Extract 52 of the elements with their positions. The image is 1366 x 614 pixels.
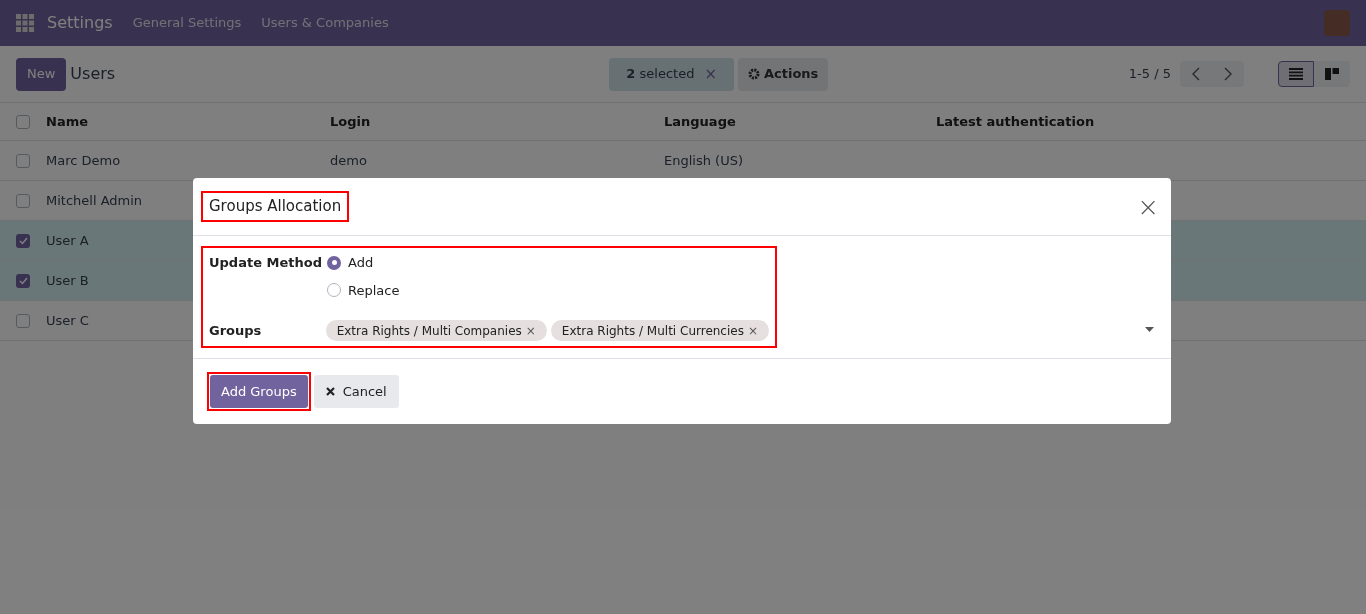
table-cell: Mitchell Admin [46, 192, 143, 208]
checkbox[interactable] [16, 114, 30, 129]
pager-value[interactable]: 1-5 / 5 [1128, 64, 1171, 84]
view-button[interactable] [1278, 61, 1314, 87]
field-label: Update Method [209, 254, 323, 272]
clear-selection-button[interactable]: × [704, 62, 717, 86]
chevron-right-icon [1224, 67, 1232, 81]
column-header[interactable]: Login [330, 111, 664, 132]
table-cell: User A [46, 232, 89, 248]
previous-button[interactable] [1180, 61, 1212, 87]
list-icon [1289, 68, 1303, 80]
actions-button[interactable]: Actions [738, 57, 829, 91]
checkbox[interactable] [16, 233, 30, 248]
radio-option[interactable]: Replace [327, 280, 400, 300]
page-title: Users [70, 63, 117, 85]
close-button[interactable]: × [1137, 193, 1159, 220]
app-name[interactable]: Settings [47, 11, 113, 35]
table-cell: demo [330, 152, 367, 168]
checkbox[interactable] [16, 193, 30, 208]
table-cell: User B [46, 272, 89, 288]
close-icon [325, 387, 335, 396]
view-button[interactable] [1314, 61, 1350, 87]
tag-label: Extra Rights / Multi Companies [336, 322, 522, 340]
new-button[interactable]: New [16, 57, 67, 91]
field-label: Groups [209, 321, 263, 340]
checkbox[interactable] [16, 273, 30, 288]
column-header[interactable]: Name [46, 111, 330, 132]
cancel-button[interactable]: Cancel [313, 375, 399, 408]
remove-tag-button[interactable]: × [747, 321, 758, 340]
radio-option[interactable]: Add [327, 253, 400, 273]
selection-count: 2 selected [626, 65, 695, 84]
chevron-left-icon [1192, 67, 1200, 81]
menu-item[interactable]: General Settings [132, 13, 242, 33]
menu-item[interactable]: Users & Companies [261, 13, 389, 33]
dropdown-caret-icon[interactable] [1145, 327, 1154, 332]
checkbox[interactable] [16, 153, 30, 168]
remove-tag-button[interactable]: × [525, 321, 536, 340]
radio-button[interactable] [327, 255, 341, 270]
next-button[interactable] [1212, 61, 1244, 87]
tag-label: Extra Rights / Multi Currencies [561, 322, 744, 340]
dialog-title: Groups Allocation [201, 191, 350, 222]
table-cell: User C [46, 312, 89, 328]
checkbox[interactable] [16, 313, 30, 328]
table-cell: English (US) [664, 152, 743, 168]
apps-grid-icon[interactable] [16, 14, 34, 32]
table-cell: Marc Demo [46, 152, 121, 168]
column-header[interactable]: Language [664, 111, 936, 132]
avatar[interactable] [1324, 10, 1350, 36]
column-header[interactable]: Latest authentication [936, 111, 1236, 132]
add-groups-button[interactable]: Add Groups [210, 375, 308, 408]
gear-icon [748, 68, 760, 80]
kanban-icon [1325, 68, 1339, 80]
